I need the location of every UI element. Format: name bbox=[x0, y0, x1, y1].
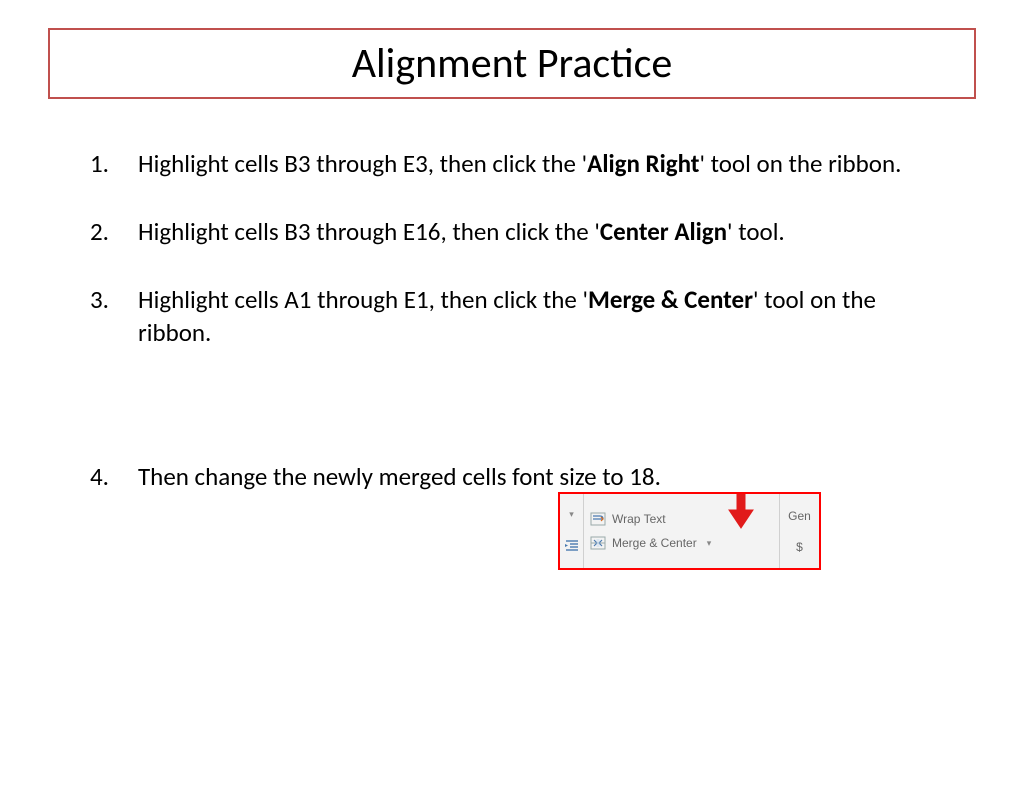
merge-center-label: Merge & Center bbox=[612, 536, 697, 550]
dropdown-caret-icon: ▾ bbox=[569, 509, 574, 520]
step-number: 3. bbox=[90, 283, 138, 317]
dropdown-caret-icon: ▾ bbox=[707, 538, 712, 549]
list-item: 3. Highlight cells A1 through E1, then c… bbox=[90, 283, 934, 351]
number-format-label: Gen bbox=[788, 509, 811, 523]
step-number: 2. bbox=[90, 215, 138, 249]
wrap-text-icon bbox=[590, 512, 606, 526]
list-item: 1. Highlight cells B3 through E3, then c… bbox=[90, 147, 934, 181]
step-text: Highlight cells A1 through E1, then clic… bbox=[138, 283, 934, 351]
step-text: Highlight cells B3 through E3, then clic… bbox=[138, 147, 934, 181]
slide-title: Alignment Practice bbox=[50, 38, 974, 89]
title-box: Alignment Practice bbox=[48, 28, 976, 99]
list-item: 2. Highlight cells B3 through E16, then … bbox=[90, 215, 934, 249]
ribbon-left-column: ▾ bbox=[560, 494, 584, 568]
wrap-text-label: Wrap Text bbox=[612, 512, 666, 526]
indent-icon bbox=[564, 539, 580, 553]
step-text: Highlight cells B3 through E16, then cli… bbox=[138, 215, 934, 249]
red-down-arrow-icon bbox=[727, 492, 755, 530]
ribbon-screenshot: ▾ Wrap Text Merge & Center ▾ bbox=[558, 492, 821, 570]
step-text: Then change the newly merged cells font … bbox=[138, 460, 934, 494]
currency-label: $ bbox=[796, 540, 803, 554]
merge-center-icon bbox=[590, 536, 606, 550]
step-number: 4. bbox=[90, 460, 138, 494]
ribbon-right-column: Gen $ bbox=[779, 494, 819, 568]
step-number: 1. bbox=[90, 147, 138, 181]
merge-center-row: Merge & Center ▾ bbox=[590, 536, 773, 550]
list-item: 4. Then change the newly merged cells fo… bbox=[90, 460, 934, 494]
steps-list: 1. Highlight cells B3 through E3, then c… bbox=[90, 147, 934, 494]
ribbon-mid-column: Wrap Text Merge & Center ▾ bbox=[584, 494, 779, 568]
